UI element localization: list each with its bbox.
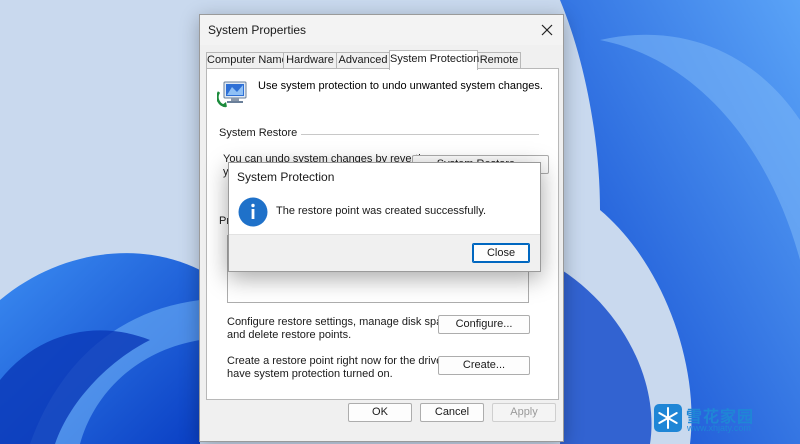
create-description: Create a restore point right now for the… <box>227 355 469 381</box>
create-description-line1: Create a restore point right now for the… <box>227 355 470 367</box>
system-protection-icon <box>217 81 247 108</box>
system-restore-group-label: System Restore <box>219 127 302 139</box>
cancel-button[interactable]: Cancel <box>420 403 484 422</box>
tab-system-protection[interactable]: System Protection <box>389 50 479 70</box>
intro-text: Use system protection to undo unwanted s… <box>258 80 543 92</box>
titlebar: System Properties <box>200 15 563 45</box>
configure-description-line2: and delete restore points. <box>227 329 352 341</box>
message-box-title: System Protection <box>237 170 335 184</box>
apply-button[interactable]: Apply <box>492 403 556 422</box>
info-icon <box>238 197 268 227</box>
configure-description-line1: Configure restore settings, manage disk … <box>227 316 457 328</box>
close-button[interactable]: Close <box>472 243 530 263</box>
message-text: The restore point was created successful… <box>276 205 487 217</box>
tab-computer-name[interactable]: Computer Name <box>206 52 288 69</box>
create-description-line2: have system protection turned on. <box>227 368 393 380</box>
ok-button[interactable]: OK <box>348 403 412 422</box>
configure-description: Configure restore settings, manage disk … <box>227 316 457 342</box>
snowflake-logo-icon <box>654 404 682 432</box>
tab-hardware[interactable]: Hardware <box>283 52 337 69</box>
close-icon[interactable] <box>537 20 557 40</box>
window-title: System Properties <box>208 23 307 37</box>
message-box-footer: Close <box>229 234 540 271</box>
system-protection-message-box: System Protection The restore point was … <box>228 162 541 272</box>
watermark-url: www.xhjaty.com <box>687 423 751 433</box>
site-watermark: 雪花家园 www.xhjaty.com <box>654 402 786 436</box>
configure-button[interactable]: Configure... <box>438 315 530 334</box>
tab-remote[interactable]: Remote <box>477 52 521 69</box>
create-button[interactable]: Create... <box>438 356 530 375</box>
divider <box>295 134 539 135</box>
tab-advanced[interactable]: Advanced <box>336 52 390 69</box>
